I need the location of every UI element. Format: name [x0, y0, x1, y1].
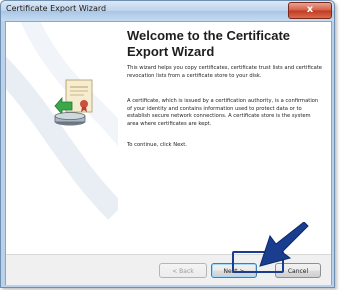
close-button[interactable]: x	[288, 2, 332, 19]
close-icon: x	[306, 4, 314, 15]
wizard-heading: Welcome to the Certificate Export Wizard	[127, 28, 291, 59]
window-title: Certificate Export Wizard	[6, 4, 107, 13]
certificate-export-icon	[54, 79, 93, 126]
pointer-arrow-icon	[259, 222, 309, 267]
wizard-side-panel	[6, 22, 118, 254]
definition-paragraph: A certificate, which is issued by a cert…	[127, 98, 319, 127]
back-button[interactable]: < Back	[159, 263, 207, 278]
instruction-paragraph: To continue, click Next.	[127, 142, 187, 148]
title-bar[interactable]: Certificate Export Wizard x	[1, 1, 334, 21]
description-paragraph: This wizard helps you copy certificates,…	[127, 65, 322, 79]
background-watermark	[6, 22, 118, 254]
